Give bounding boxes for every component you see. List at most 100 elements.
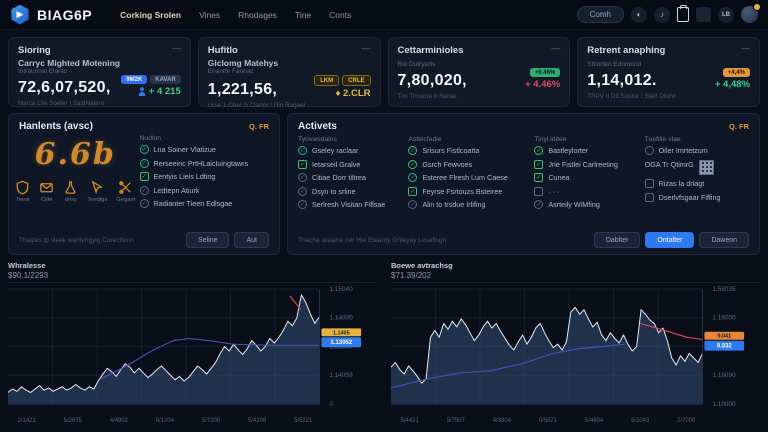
tool-teedigs[interactable]: Teedigs [87, 180, 107, 203]
tool-drisy[interactable]: drisy [63, 180, 78, 203]
tool-tiene[interactable]: Tiene [15, 180, 30, 203]
svg-text:1.10000: 1.10000 [712, 401, 736, 408]
circle-icon [645, 146, 654, 155]
nav-item-tine[interactable]: Tine [295, 10, 311, 20]
tool-ciite[interactable]: Ciite [39, 180, 54, 203]
change-value: + 4 215 [138, 86, 181, 97]
minimize-icon[interactable]: — [551, 45, 560, 51]
list-item[interactable]: ✓Srisurs Fistlcoatta [408, 146, 528, 155]
list-item[interactable]: ✓Jrie Fistlei Carlreeting [534, 160, 638, 169]
check-icon: · [645, 193, 654, 202]
change-value: + 4,48% [715, 79, 750, 90]
minimize-icon[interactable]: — [172, 45, 181, 51]
list-item[interactable]: ✓Esteree Flresh Lum Caese [408, 173, 528, 182]
qr-list-item[interactable]: OGA Tr QtimrG [645, 160, 749, 175]
nav-item-rhodages[interactable]: Rhodages [238, 10, 277, 20]
tool-icons-row: Tiene Ciite drisy Teedigs [15, 180, 135, 203]
check-icon: ✓ [298, 146, 307, 155]
status-badge: 9M2K [121, 75, 147, 84]
panel-footnote: Thalzes tp sleek werltyngyig Curecttenn [19, 237, 134, 244]
nav-actions: Comh ◐ ♪ LB [577, 6, 758, 23]
nav-item-corking-srolen[interactable]: Corking Srolen [120, 10, 181, 20]
nav-item-vines[interactable]: Vines [199, 10, 220, 20]
card-subtitle: Giclomg Matehys [208, 58, 371, 68]
svg-text:1.1405: 1.1405 [333, 330, 350, 336]
list-item[interactable]: · · · [534, 187, 638, 196]
list-item[interactable]: ✓ Radianter Tieen Edlsgae [140, 199, 270, 208]
check-icon: ✓ [408, 200, 417, 209]
list-item[interactable]: ✓Gseley raclaar [298, 146, 402, 155]
dablter-button[interactable]: Dablter [594, 232, 641, 248]
list-item[interactable]: ✓ Ledtepn Atiurk [140, 186, 270, 195]
list-item[interactable]: ✓Bastleylorter [534, 146, 638, 155]
column-header: Tyovwsdains [298, 136, 402, 143]
chart-value: $71.39/202 [391, 271, 760, 280]
chart-value: $90.1/2293 [8, 271, 377, 280]
list-item[interactable]: ✓ Lna Soiner Vlatizue [140, 145, 270, 154]
notifications-icon[interactable]: ♪ [654, 7, 670, 23]
list-item[interactable]: ✓Feyrse Fsrtouzs Bsteiree [408, 187, 528, 196]
aut-button[interactable]: Aut [234, 232, 269, 248]
price-chart[interactable]: 1.580351.160005.180001.180901.100005/442… [391, 282, 760, 430]
daweon-button[interactable]: Daweon [699, 232, 749, 248]
mail-icon [39, 180, 54, 195]
minimize-icon[interactable]: — [741, 45, 750, 51]
list-item[interactable]: ✓ Rerseeinc PrtHLaicIuingtawrs [140, 159, 270, 168]
theme-icon[interactable]: ◐ [631, 7, 647, 23]
tool-gegant[interactable]: Gegant [116, 180, 135, 203]
list-item[interactable]: ✓Dsyn to srline [298, 187, 402, 196]
list-item[interactable]: ✓ Eentyis Lieis Ldting [140, 172, 270, 181]
decorative-glyph: 6.6b [35, 137, 116, 172]
check-icon: ✓ [298, 160, 307, 169]
check-icon: ✓ [140, 159, 149, 168]
search-button[interactable]: Comh [577, 6, 624, 23]
seline-button[interactable]: Seline [186, 232, 229, 248]
list-item[interactable]: Oiler Imrtetzum [645, 146, 749, 155]
stat-cards-row: Sioring — Carryc Mighted Motening Intrau… [0, 30, 768, 107]
check-icon: ✓ [298, 173, 307, 182]
card-label: Rei Dutryerts [398, 61, 561, 68]
clipboard-icon[interactable] [677, 7, 689, 22]
qr-code [699, 160, 714, 175]
svg-text:5/7200: 5/7200 [202, 418, 221, 424]
check-icon: ✓ [408, 160, 417, 169]
panel-title: Hanlents (avsc) [19, 121, 93, 132]
list-item[interactable]: ·Dserlvfsgaar Fiffing [645, 193, 749, 202]
price-chart[interactable]: 1.150401.140001.050001.1405902/14215/287… [8, 282, 377, 430]
brand-logo[interactable]: ▶ BIAG6P [10, 5, 92, 25]
brand-logo-icon: ▶ [10, 5, 30, 25]
list-item[interactable]: ✓Alin to trsdue Irlifing [408, 200, 528, 209]
svg-text:8/1204: 8/1204 [156, 418, 175, 424]
card-subtitle: Carryc Mighted Motening [18, 58, 181, 68]
status-badge: CRLE [342, 75, 370, 86]
avatar[interactable] [741, 6, 758, 23]
cursor-icon [90, 180, 105, 195]
svg-text:5/4604: 5/4604 [585, 418, 604, 424]
activity-panel: Activets Q. FR Tyovwsdains ✓Gseley racla… [287, 113, 760, 255]
list-item[interactable]: ✓Serlresh Visitan Fiflsae [298, 200, 402, 209]
svg-text:5/2043: 5/2043 [631, 418, 650, 424]
svg-text:1.18090: 1.18090 [712, 372, 736, 379]
profile-initials[interactable]: LB [718, 7, 734, 23]
activity-column-4: Tuefilie vlae Oiler Imrtetzum OGA Tr Qti… [645, 136, 749, 232]
card-value: 7,80,020, [398, 72, 467, 90]
list-item[interactable]: ✓Citiae Dorr tiltrea [298, 173, 402, 182]
apps-icon[interactable] [696, 7, 711, 22]
list-item[interactable]: ·Rizas la drlagt [645, 179, 749, 188]
check-icon: ✓ [534, 146, 543, 155]
minimize-icon[interactable]: — [362, 45, 371, 51]
svg-text:0: 0 [329, 401, 333, 408]
check-icon: ✓ [408, 146, 417, 155]
svg-text:9.032: 9.032 [717, 344, 733, 350]
check-icon: ✓ [298, 187, 307, 196]
list-item[interactable]: ✓Cunea [534, 173, 638, 182]
placeholder-icon [534, 187, 543, 196]
nav-item-conts[interactable]: Conts [329, 10, 351, 20]
list-item[interactable]: ✓Ietarseil Gralve [298, 160, 402, 169]
ontalter-button[interactable]: Ontalter [645, 232, 694, 248]
list-item[interactable]: ✓Gsrch Fewvoes [408, 160, 528, 169]
filter-control[interactable]: Q. FR [249, 122, 269, 131]
list-item[interactable]: ✓Asrteily WiMfing [534, 200, 638, 209]
brand-name: BIAG6P [37, 7, 92, 23]
filter-control[interactable]: Q. FR [729, 122, 749, 131]
